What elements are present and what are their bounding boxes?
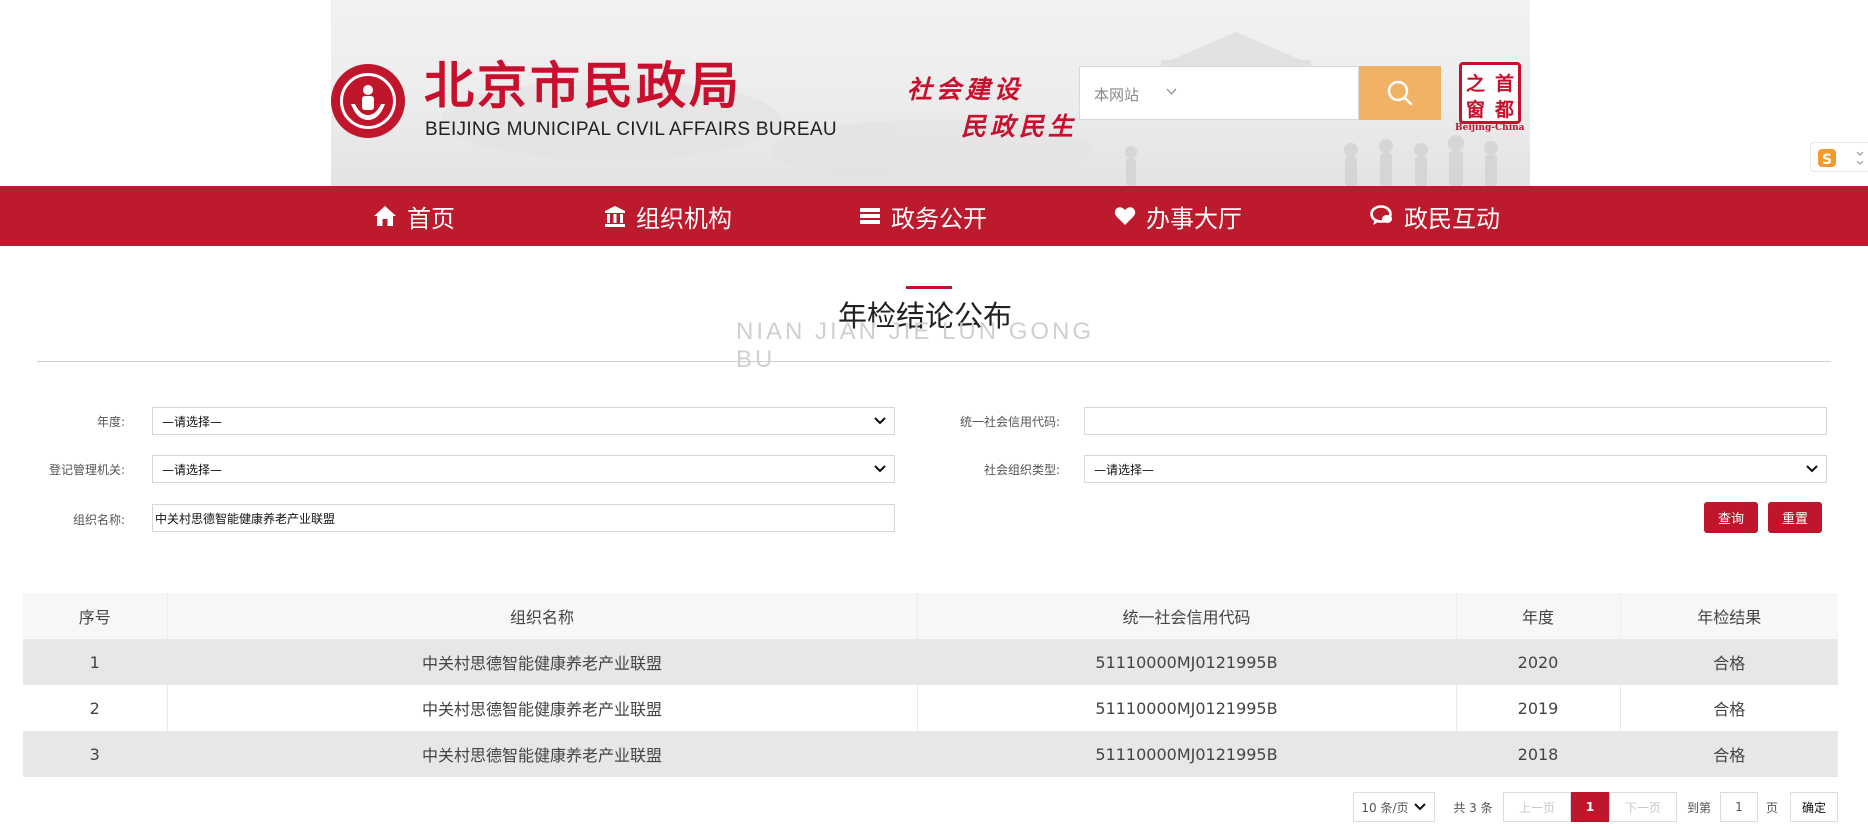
capital-logo-char: 之 <box>1466 73 1486 95</box>
capital-window-logo[interactable]: 首 都 之 窗 <box>1459 62 1521 124</box>
year-select[interactable]: —请选择— <box>152 407 895 435</box>
col-header-org-name: 组织名称 <box>167 593 918 639</box>
capital-logo-en: Beijing-China <box>1455 123 1525 133</box>
cell-year: 2019 <box>1456 685 1621 731</box>
cell-year: 2018 <box>1456 731 1621 777</box>
org-type-select-value: —请选择— <box>1094 462 1155 477</box>
section-subtitle: NIAN JIAN JIE LUN GONG BU <box>736 318 1095 373</box>
org-name-label: 组织名称: <box>72 513 125 527</box>
cell-result: 合格 <box>1620 685 1838 731</box>
registry-select[interactable]: —请选择— <box>152 455 895 483</box>
home-icon <box>374 206 396 226</box>
reset-button[interactable]: 重置 <box>1768 502 1822 533</box>
nav-home-label: 首页 <box>407 204 455 233</box>
registry-label: 登记管理机关: <box>48 463 125 477</box>
total-count: 共 3 条 <box>1453 800 1493 815</box>
site-title-en: BEIJING MUNICIPAL CIVIL AFFAIRS BUREAU <box>425 119 837 140</box>
nav-home[interactable]: 首页 <box>373 186 455 246</box>
cell-credit-code: 51110000MJ0121995B <box>917 731 1457 777</box>
capital-logo-char: 首 <box>1495 73 1515 95</box>
nav-service-hall-label: 办事大厅 <box>1146 204 1242 233</box>
nav-government-affairs[interactable]: 政务公开 <box>859 186 987 246</box>
chevron-down-icon <box>874 417 886 425</box>
page-size-select[interactable]: 10 条/页 <box>1353 792 1435 822</box>
goto-label: 到第 <box>1686 800 1711 815</box>
year-label: 年度: <box>96 415 125 429</box>
slogan-line-2: 民政民生 <box>961 112 1078 141</box>
registry-select-value: —请选择— <box>162 462 223 477</box>
cell-org-name: 中关村思德智能健康养老产业联盟 <box>167 731 918 777</box>
credit-code-label: 统一社会信用代码: <box>959 415 1060 429</box>
next-page-button[interactable]: 下一页 <box>1609 792 1677 822</box>
year-select-value: —请选择— <box>162 414 223 429</box>
page-size-value: 10 条/页 <box>1361 800 1409 815</box>
goto-page-value: 1 <box>1735 800 1743 814</box>
search-button[interactable] <box>1359 66 1441 120</box>
cell-result: 合格 <box>1620 731 1838 777</box>
heart-icon <box>1114 207 1136 225</box>
list-icon <box>860 208 880 224</box>
site-title-cn: 北京市民政局 <box>424 56 742 115</box>
nav-organization[interactable]: 组织机构 <box>604 186 732 246</box>
search-icon <box>1387 80 1413 106</box>
main-navbar: 首页 组织机构 政务公开 办事大厅 政民互动 <box>0 186 1868 246</box>
chat-icon <box>1370 205 1392 225</box>
col-header-index: 序号 <box>23 593 168 639</box>
chevron-down-icon[interactable] <box>1166 85 1177 99</box>
cell-org-name: 中关村思德智能健康养老产业联盟 <box>167 639 918 685</box>
sogou-icon: S <box>1818 149 1864 168</box>
cell-index: 1 <box>23 639 168 685</box>
chevron-down-icon <box>1413 803 1426 811</box>
chevron-down-icon <box>1806 465 1818 473</box>
table-row[interactable]: 1 中关村思德智能健康养老产业联盟 51110000MJ0121995B 202… <box>23 639 1838 685</box>
col-header-credit-code: 统一社会信用代码 <box>917 593 1457 639</box>
table-row[interactable]: 3 中关村思德智能健康养老产业联盟 51110000MJ0121995B 201… <box>23 731 1838 777</box>
building-icon <box>605 206 625 227</box>
slogan-line-1: 社会建设 <box>907 75 1024 104</box>
cell-credit-code: 51110000MJ0121995B <box>917 639 1457 685</box>
cell-year: 2020 <box>1456 639 1621 685</box>
col-header-result: 年检结果 <box>1620 593 1838 639</box>
cell-credit-code: 51110000MJ0121995B <box>917 685 1457 731</box>
goto-page-input[interactable]: 1 <box>1720 792 1758 822</box>
svg-text:S: S <box>1822 152 1832 168</box>
cell-org-name: 中关村思德智能健康养老产业联盟 <box>167 685 918 731</box>
bureau-logo-seal[interactable] <box>331 64 405 138</box>
results-table: 序号 组织名称 统一社会信用代码 年度 年检结果 1 中关村思德智能健康养老产业… <box>23 593 1838 777</box>
capital-logo-char: 都 <box>1495 99 1515 121</box>
col-header-year: 年度 <box>1456 593 1621 639</box>
prev-page-button[interactable]: 上一页 <box>1503 792 1571 822</box>
site-header: 北京市民政局 BEIJING MUNICIPAL CIVIL AFFAIRS B… <box>331 0 1530 186</box>
nav-government-affairs-label: 政务公开 <box>891 204 987 233</box>
org-name-value: 中关村思德智能健康养老产业联盟 <box>155 511 336 526</box>
input-method-widget[interactable]: S <box>1810 142 1868 172</box>
org-type-label: 社会组织类型: <box>983 463 1060 477</box>
nav-public-interaction-label: 政民互动 <box>1404 204 1500 233</box>
nav-service-hall[interactable]: 办事大厅 <box>1114 186 1242 246</box>
section-title-accent <box>906 286 952 289</box>
section-divider <box>37 361 1831 362</box>
page-1-button[interactable]: 1 <box>1571 792 1609 822</box>
query-button[interactable]: 查询 <box>1704 502 1758 533</box>
nav-public-interaction[interactable]: 政民互动 <box>1370 186 1500 246</box>
page-unit-label: 页 <box>1765 800 1778 815</box>
credit-code-input[interactable] <box>1084 407 1827 435</box>
table-header-row: 序号 组织名称 统一社会信用代码 年度 年检结果 <box>23 593 1838 639</box>
cell-index: 2 <box>23 685 168 731</box>
search-scope-select[interactable]: 本网站 <box>1094 84 1139 105</box>
table-row[interactable]: 2 中关村思德智能健康养老产业联盟 51110000MJ0121995B 201… <box>23 685 1838 731</box>
cell-index: 3 <box>23 731 168 777</box>
cell-result: 合格 <box>1620 639 1838 685</box>
capital-logo-char: 窗 <box>1466 99 1486 121</box>
confirm-goto-button[interactable]: 确定 <box>1790 792 1838 822</box>
org-type-select[interactable]: —请选择— <box>1084 455 1827 483</box>
chevron-down-icon <box>874 465 886 473</box>
nav-organization-label: 组织机构 <box>636 204 732 233</box>
search-box: 本网站 <box>1079 66 1359 120</box>
search-input[interactable] <box>1190 77 1350 109</box>
org-name-input[interactable]: 中关村思德智能健康养老产业联盟 <box>152 504 895 532</box>
